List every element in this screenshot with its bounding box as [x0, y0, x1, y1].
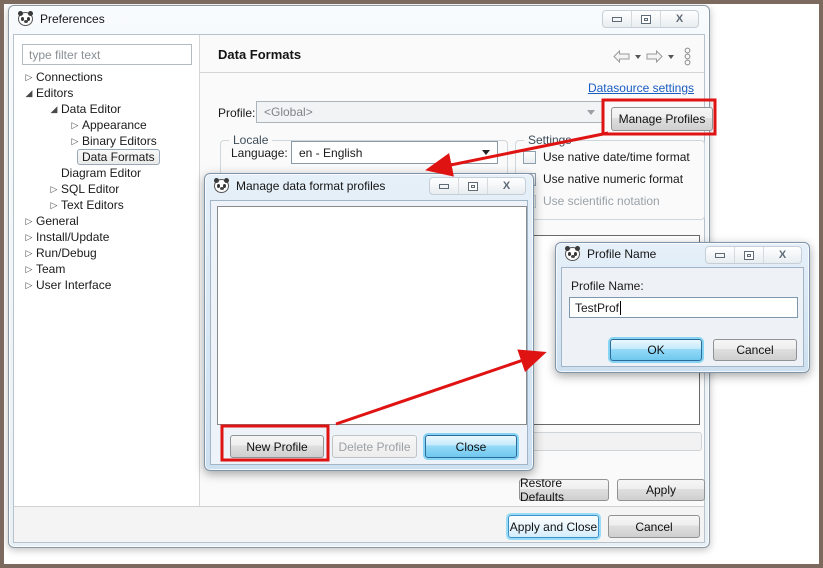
page-nav — [613, 47, 692, 66]
minimize-button[interactable] — [706, 247, 735, 263]
tree-item-run-debug[interactable]: ▷Run/Debug — [14, 245, 199, 261]
collapsed-arrow-icon[interactable]: ▷ — [68, 136, 82, 147]
tree-item-diagram-editor[interactable]: Diagram Editor — [14, 165, 199, 181]
back-arrow-icon[interactable] — [613, 50, 630, 63]
tree-item-binary-editors[interactable]: ▷Binary Editors — [14, 133, 199, 149]
maximize-button[interactable] — [632, 11, 661, 27]
language-label: Language: — [231, 146, 288, 160]
expanded-arrow-icon[interactable]: ◢ — [47, 104, 61, 115]
maximize-button[interactable] — [459, 178, 488, 194]
collapsed-arrow-icon[interactable]: ▷ — [22, 264, 36, 275]
minimize-icon — [715, 253, 725, 258]
collapsed-arrow-icon[interactable]: ▷ — [22, 248, 36, 259]
native-datetime-checkbox-row[interactable]: Use native date/time format — [523, 150, 690, 164]
cancel-button[interactable]: Cancel — [608, 515, 700, 538]
tree-item-sql-editor[interactable]: ▷SQL Editor — [14, 181, 199, 197]
chevron-down-icon — [482, 150, 490, 155]
dialog-title: Profile Name — [587, 247, 656, 261]
collapsed-arrow-icon[interactable]: ▷ — [22, 280, 36, 291]
tree-item-connections[interactable]: ▷Connections — [14, 69, 199, 85]
profile-list[interactable] — [217, 206, 527, 425]
preferences-sidebar: ▷Connections ◢Editors ◢Data Editor ▷Appe… — [14, 35, 199, 506]
back-history-dropdown-icon[interactable] — [635, 55, 641, 59]
close-icon: X — [503, 180, 510, 192]
window-title: Preferences — [40, 12, 105, 26]
tree-item-editors[interactable]: ◢Editors — [14, 85, 199, 101]
tree-item-user-interface[interactable]: ▷User Interface — [14, 277, 199, 293]
profile-combobox[interactable]: <Global> — [256, 101, 603, 123]
collapsed-arrow-icon[interactable]: ▷ — [22, 216, 36, 227]
checkbox-icon[interactable] — [523, 151, 536, 164]
locale-group-title: Locale — [229, 133, 272, 147]
collapsed-arrow-icon[interactable]: ▷ — [47, 200, 61, 211]
dialog-title: Manage data format profiles — [236, 179, 385, 193]
collapsed-arrow-icon[interactable]: ▷ — [68, 120, 82, 131]
apply-and-close-button[interactable]: Apply and Close — [508, 515, 599, 538]
expanded-arrow-icon[interactable]: ◢ — [22, 88, 36, 99]
dialog-button-bar: Apply and Close Cancel — [14, 506, 704, 542]
header-separator — [200, 72, 704, 73]
profile-dialog-client: Profile Name: TestProf OK Cancel — [561, 267, 804, 367]
restore-defaults-button[interactable]: Restore Defaults — [519, 479, 609, 501]
minimize-button[interactable] — [430, 178, 459, 194]
settings-group-title: Settings — [524, 133, 575, 147]
manage-profiles-dialog: Manage data format profiles X New Profil… — [204, 173, 534, 471]
profile-name-dialog: Profile Name X Profile Name: TestProf OK… — [555, 242, 810, 373]
profile-name-input[interactable]: TestProf — [569, 297, 798, 318]
apply-button[interactable]: Apply — [617, 479, 705, 501]
language-combobox[interactable]: en - English — [291, 141, 498, 164]
maximize-icon — [641, 15, 651, 24]
native-numeric-checkbox-row[interactable]: Use native numeric format — [523, 172, 683, 186]
app-icon — [214, 179, 229, 193]
minimize-button[interactable] — [603, 11, 632, 27]
tree-item-team[interactable]: ▷Team — [14, 261, 199, 277]
delete-profile-button: Delete Profile — [332, 435, 417, 458]
tree-item-data-formats[interactable]: Data Formats — [14, 149, 199, 165]
profile-name-label: Profile Name: — [571, 279, 644, 293]
tree-item-appearance[interactable]: ▷Appearance — [14, 117, 199, 133]
collapsed-arrow-icon[interactable]: ▷ — [22, 232, 36, 243]
collapsed-arrow-icon[interactable]: ▷ — [22, 72, 36, 83]
forward-history-dropdown-icon[interactable] — [668, 55, 674, 59]
settings-group: Settings Use native date/time format Use… — [515, 140, 705, 220]
maximize-icon — [744, 251, 754, 260]
close-dialog-button[interactable]: Close — [425, 435, 517, 458]
manage-profiles-button[interactable]: Manage Profiles — [611, 107, 713, 131]
page-menu-icon[interactable] — [683, 47, 692, 66]
ok-button[interactable]: OK — [610, 339, 702, 361]
tree-item-general[interactable]: ▷General — [14, 213, 199, 229]
close-button[interactable]: X — [488, 178, 525, 194]
profile-label: Profile: — [218, 106, 255, 120]
filter-input[interactable] — [22, 44, 192, 65]
manage-dialog-client: New Profile Delete Profile Close — [210, 200, 528, 465]
minimize-icon — [612, 17, 622, 22]
forward-arrow-icon[interactable] — [646, 50, 663, 63]
close-icon: X — [676, 13, 683, 25]
close-icon: X — [779, 249, 786, 261]
tree-item-data-editor[interactable]: ◢Data Editor — [14, 101, 199, 117]
chevron-down-icon — [587, 110, 595, 115]
preferences-tree: ▷Connections ◢Editors ◢Data Editor ▷Appe… — [14, 69, 199, 293]
tree-item-install-update[interactable]: ▷Install/Update — [14, 229, 199, 245]
app-icon — [565, 247, 580, 261]
scientific-notation-checkbox-row: Use scientific notation — [523, 194, 660, 208]
maximize-icon — [468, 182, 478, 191]
selected-tree-item[interactable]: Data Formats — [77, 149, 160, 165]
cancel-button[interactable]: Cancel — [713, 339, 797, 361]
collapsed-arrow-icon[interactable]: ▷ — [47, 184, 61, 195]
minimize-icon — [439, 184, 449, 189]
close-button[interactable]: X — [764, 247, 801, 263]
datasource-settings-link[interactable]: Datasource settings — [588, 81, 694, 95]
new-profile-button[interactable]: New Profile — [230, 435, 324, 458]
tree-item-text-editors[interactable]: ▷Text Editors — [14, 197, 199, 213]
close-button[interactable]: X — [661, 11, 698, 27]
maximize-button[interactable] — [735, 247, 764, 263]
page-title: Data Formats — [218, 47, 301, 62]
app-icon — [18, 12, 33, 26]
